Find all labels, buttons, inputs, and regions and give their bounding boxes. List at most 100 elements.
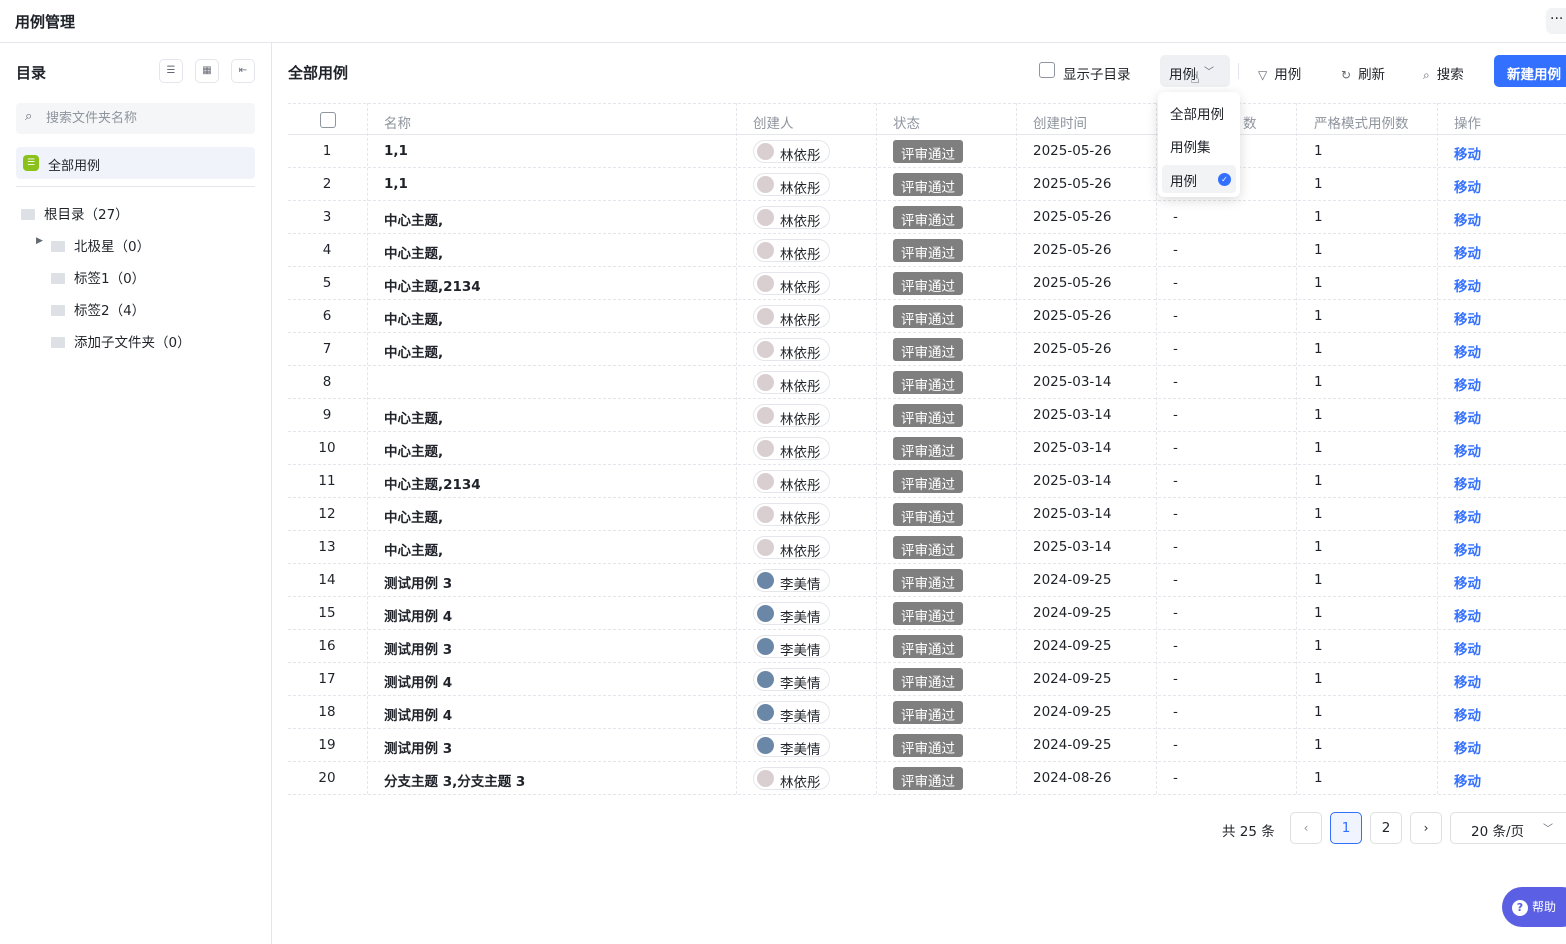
- folder-search-input[interactable]: [46, 103, 246, 134]
- move-link[interactable]: 移动: [1454, 770, 1481, 790]
- created-date: 2025-03-14: [1033, 374, 1112, 390]
- dropdown-option-set[interactable]: 用例集: [1162, 131, 1236, 159]
- tree-item[interactable]: 标签2（4）: [51, 299, 145, 323]
- case-name[interactable]: 测试用例 4: [384, 671, 452, 691]
- case-name[interactable]: 中心主题,: [384, 308, 443, 328]
- table-row[interactable]: 12 中心主题, 林依彤 评审通过 2025-03-14-1 移动: [288, 498, 1566, 531]
- case-name[interactable]: 中心主题,: [384, 506, 443, 526]
- tree-item[interactable]: ▶ 北极星（0）: [36, 235, 150, 259]
- avatar: [757, 275, 774, 292]
- avatar: [757, 440, 774, 457]
- move-link[interactable]: 移动: [1454, 209, 1481, 229]
- table-row[interactable]: 16 测试用例 3 李美情 评审通过 2024-09-25-1 移动: [288, 630, 1566, 663]
- table-row[interactable]: 11 中心主题,2134 林依彤 评审通过 2025-03-14-1 移动: [288, 465, 1566, 498]
- creator-chip: 林依彤: [753, 536, 830, 560]
- tree-item[interactable]: 标签1（0）: [51, 267, 145, 291]
- page-1-button[interactable]: 1: [1330, 812, 1362, 844]
- case-name[interactable]: 1,1: [384, 143, 408, 159]
- table-row[interactable]: 14 测试用例 3 李美情 评审通过 2024-09-25-1 移动: [288, 564, 1566, 597]
- move-link[interactable]: 移动: [1454, 671, 1481, 691]
- dropdown-option-case[interactable]: 用例 ✓: [1162, 165, 1236, 193]
- move-link[interactable]: 移动: [1454, 440, 1481, 460]
- move-link[interactable]: 移动: [1454, 506, 1481, 526]
- table-row[interactable]: 9 中心主题, 林依彤 评审通过 2025-03-14-1 移动: [288, 399, 1566, 432]
- avatar: [757, 209, 774, 226]
- table-row[interactable]: 6 中心主题, 林依彤 评审通过 2025-05-26-1 移动: [288, 300, 1566, 333]
- next-page-button[interactable]: ›: [1410, 812, 1442, 844]
- show-subdir-label[interactable]: 显示子目录: [1063, 63, 1131, 83]
- collapse-sidebar-icon[interactable]: ⇤: [231, 59, 255, 83]
- case-name[interactable]: 测试用例 3: [384, 737, 452, 757]
- prev-page-button[interactable]: ‹: [1290, 812, 1322, 844]
- new-case-button[interactable]: 新建用例: [1494, 55, 1566, 87]
- case-name[interactable]: 中心主题,: [384, 341, 443, 361]
- table-row[interactable]: 17 测试用例 4 李美情 评审通过 2024-09-25-1 移动: [288, 663, 1566, 696]
- move-link[interactable]: 移动: [1454, 275, 1481, 295]
- select-all-checkbox[interactable]: [320, 112, 336, 128]
- page-size-select[interactable]: 20 条/页 ﹀: [1450, 812, 1566, 844]
- move-link[interactable]: 移动: [1454, 407, 1481, 427]
- case-name[interactable]: 中心主题,: [384, 539, 443, 559]
- move-link[interactable]: 移动: [1454, 572, 1481, 592]
- case-name[interactable]: 分支主题 3,分支主题 3: [384, 770, 525, 790]
- case-name[interactable]: 中心主题,: [384, 242, 443, 262]
- sort-icon[interactable]: ☰: [159, 59, 183, 83]
- case-name[interactable]: 测试用例 3: [384, 572, 452, 592]
- table-row[interactable]: 7 中心主题, 林依彤 评审通过 2025-05-26-1 移动: [288, 333, 1566, 366]
- caret-right-icon[interactable]: ▶: [36, 236, 43, 246]
- created-date: 2025-05-26: [1033, 308, 1112, 324]
- table-row[interactable]: 2 1,1 林依彤 评审通过 2025-05-26 1 移动: [288, 168, 1566, 201]
- case-name[interactable]: 中心主题,2134: [384, 275, 481, 295]
- move-link[interactable]: 移动: [1454, 704, 1481, 724]
- table-row[interactable]: 15 测试用例 4 李美情 评审通过 2024-09-25-1 移动: [288, 597, 1566, 630]
- move-link[interactable]: 移动: [1454, 341, 1481, 361]
- case-name[interactable]: 中心主题,: [384, 440, 443, 460]
- refresh-button[interactable]: ↻ 刷新: [1341, 63, 1385, 83]
- move-link[interactable]: 移动: [1454, 737, 1481, 757]
- move-link[interactable]: 移动: [1454, 308, 1481, 328]
- created-date: 2024-09-25: [1033, 671, 1112, 687]
- move-link[interactable]: 移动: [1454, 605, 1481, 625]
- move-link[interactable]: 移动: [1454, 374, 1481, 394]
- move-link[interactable]: 移动: [1454, 143, 1481, 163]
- table-row[interactable]: 4 中心主题, 林依彤 评审通过 2025-05-26-1 移动: [288, 234, 1566, 267]
- table-row[interactable]: 1 1,1 林依彤 评审通过 2025-05-26 1 移动: [288, 135, 1566, 168]
- tree-item[interactable]: 根目录（27）: [21, 203, 129, 227]
- search-button[interactable]: ⌕ 搜索: [1423, 63, 1464, 83]
- case-name[interactable]: 中心主题,: [384, 209, 443, 229]
- case-name[interactable]: 1,1: [384, 176, 408, 192]
- case-name[interactable]: 中心主题,2134: [384, 473, 481, 493]
- more-menu-button[interactable]: ···: [1546, 8, 1566, 34]
- sidebar-item-all-cases[interactable]: ☰ 全部用例: [16, 147, 255, 179]
- table-row[interactable]: 18 测试用例 4 李美情 评审通过 2024-09-25-1 移动: [288, 696, 1566, 729]
- table-row[interactable]: 20 分支主题 3,分支主题 3 林依彤 评审通过 2024-08-26-1 移动: [288, 762, 1566, 795]
- dropdown-option-all[interactable]: 全部用例: [1162, 98, 1236, 126]
- header-strict-count: 严格模式用例数: [1314, 116, 1409, 132]
- table-row[interactable]: 3 中心主题, 林依彤 评审通过 2025-05-26-1 移动: [288, 201, 1566, 234]
- case-name[interactable]: 测试用例 4: [384, 605, 452, 625]
- move-link[interactable]: 移动: [1454, 242, 1481, 262]
- filter-button[interactable]: ▽ 用例: [1258, 63, 1301, 83]
- case-name[interactable]: 中心主题,: [384, 407, 443, 427]
- help-button[interactable]: ? 帮助: [1502, 887, 1566, 927]
- page-2-button[interactable]: 2: [1370, 812, 1402, 844]
- move-link[interactable]: 移动: [1454, 539, 1481, 559]
- table-row[interactable]: 8 林依彤 评审通过 2025-03-14-1 移动: [288, 366, 1566, 399]
- move-link[interactable]: 移动: [1454, 638, 1481, 658]
- show-subdir-checkbox[interactable]: [1039, 62, 1055, 78]
- table-row[interactable]: 13 中心主题, 林依彤 评审通过 2025-03-14-1 移动: [288, 531, 1566, 564]
- case-name[interactable]: 测试用例 4: [384, 704, 452, 724]
- tree-item[interactable]: 添加子文件夹（0）: [51, 331, 191, 355]
- move-link[interactable]: 移动: [1454, 176, 1481, 196]
- move-link[interactable]: 移动: [1454, 473, 1481, 493]
- creator-name: 李美情: [780, 610, 821, 626]
- layout-icon[interactable]: ▦: [195, 59, 219, 83]
- status-badge: 评审通过: [893, 602, 963, 625]
- table-row[interactable]: 5 中心主题,2134 林依彤 评审通过 2025-05-26-1 移动: [288, 267, 1566, 300]
- table-row[interactable]: 19 测试用例 3 李美情 评审通过 2024-09-25-1 移动: [288, 729, 1566, 762]
- case-count: -: [1173, 704, 1178, 720]
- table-row[interactable]: 10 中心主题, 林依彤 评审通过 2025-03-14-1 移动: [288, 432, 1566, 465]
- case-count: -: [1173, 308, 1178, 324]
- case-count: -: [1173, 770, 1178, 786]
- case-name[interactable]: 测试用例 3: [384, 638, 452, 658]
